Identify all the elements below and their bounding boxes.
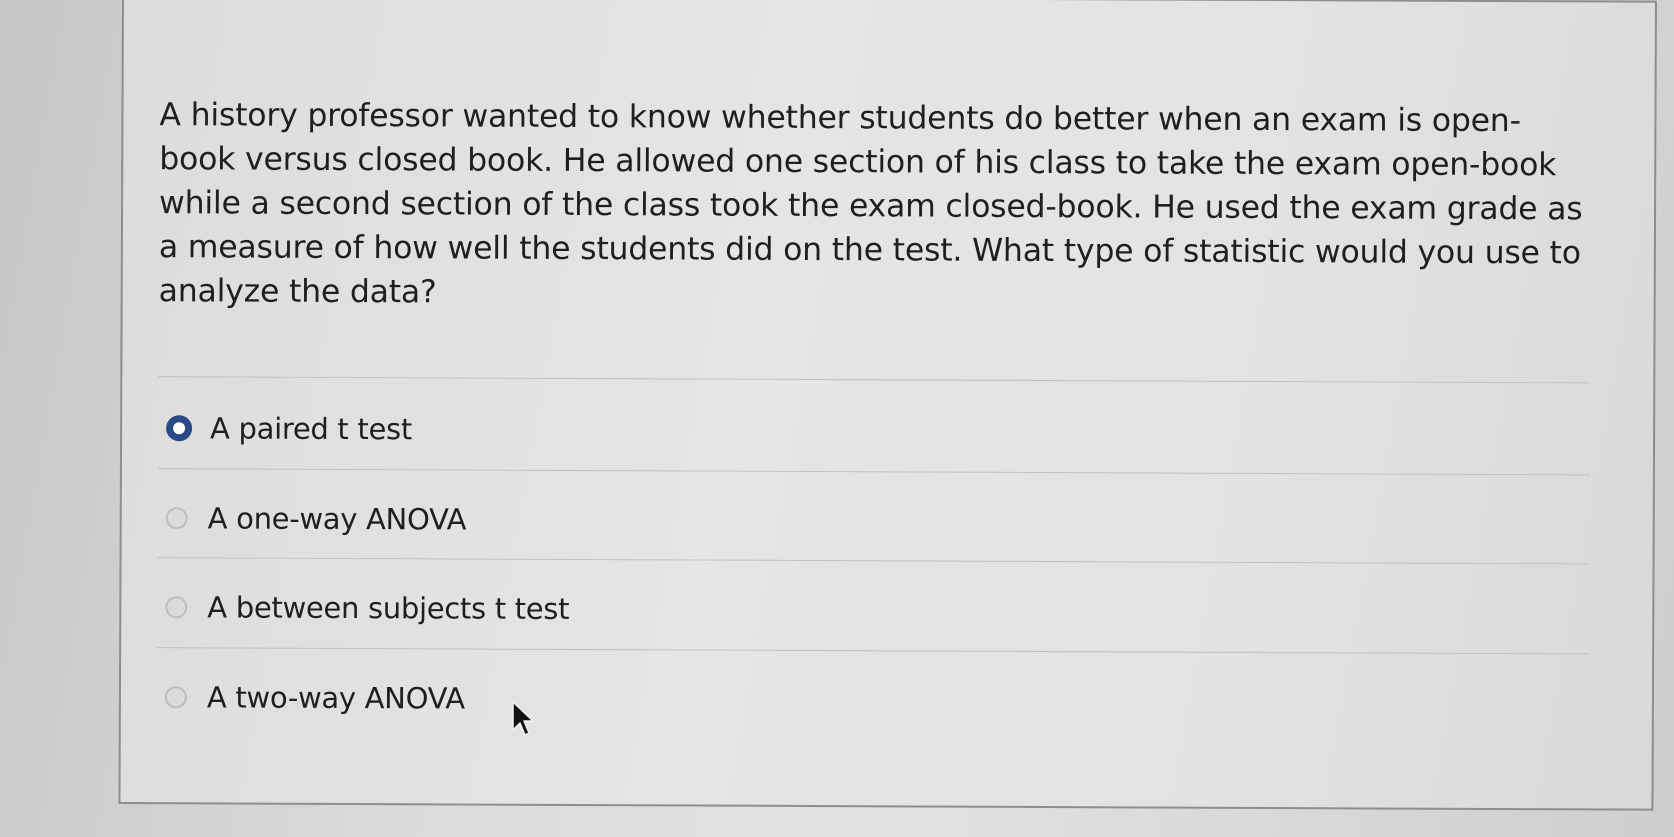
option-label: A one-way ANOVA xyxy=(207,501,467,537)
option-label: A paired t test xyxy=(210,411,413,447)
option-one-way-anova[interactable]: A one-way ANOVA xyxy=(165,498,467,539)
divider xyxy=(158,376,1591,384)
option-two-way-anova[interactable]: A two-way ANOVA xyxy=(164,677,465,718)
option-label: A between subjects t test xyxy=(207,590,570,626)
question-text: A history professor wanted to know wheth… xyxy=(158,97,1583,311)
radio-unchecked-icon[interactable] xyxy=(164,686,187,709)
divider xyxy=(157,557,1590,565)
radio-checked-icon[interactable] xyxy=(166,415,193,442)
mouse-pointer-icon xyxy=(512,701,534,736)
option-paired-t-test[interactable]: A paired t test xyxy=(166,408,412,449)
option-label: A two-way ANOVA xyxy=(206,680,465,716)
radio-unchecked-icon[interactable] xyxy=(165,596,188,619)
question-card: A history professor wanted to know wheth… xyxy=(118,0,1657,811)
divider xyxy=(157,468,1590,476)
radio-unchecked-icon[interactable] xyxy=(165,507,188,530)
option-between-subjects-t-test[interactable]: A between subjects t test xyxy=(165,587,569,629)
divider xyxy=(157,647,1590,655)
